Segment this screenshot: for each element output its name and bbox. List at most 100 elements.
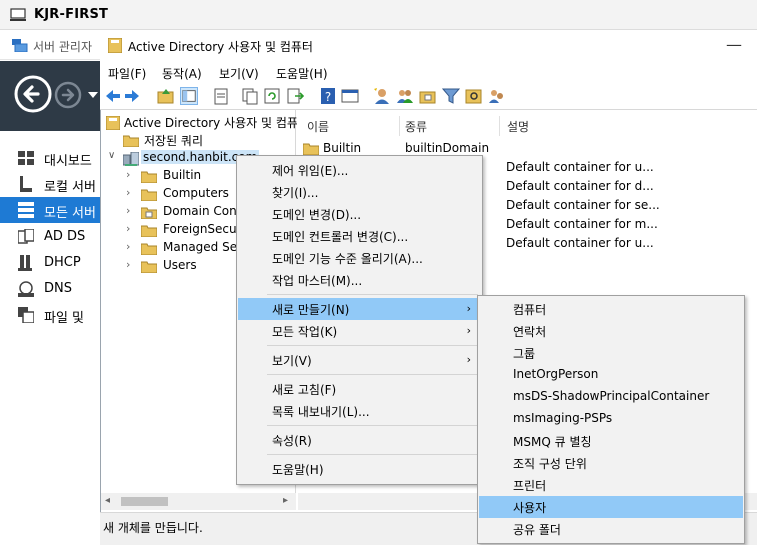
submenu-item-inetorgperson[interactable]: InetOrgPerson (479, 364, 743, 386)
submenu-item-label: InetOrgPerson (513, 367, 599, 381)
tree-expand-icon[interactable]: › (126, 204, 130, 217)
tree-expand-icon[interactable]: › (126, 222, 130, 235)
menu-item-raise-functional-level[interactable]: 도메인 기능 수준 올리기(A)... (238, 247, 481, 269)
new-submenu: 컴퓨터 연락처 그룹 InetOrgPerson msDS-ShadowPrin… (477, 295, 745, 544)
tree-expand-icon[interactable]: ∨ (108, 150, 115, 161)
scroll-right-icon[interactable]: ▸ (283, 495, 288, 506)
nav-item-dhcp[interactable]: DHCP (0, 250, 100, 276)
tree-domain-controllers[interactable]: Domain Cont (163, 204, 241, 218)
menu-item-delegate-control[interactable]: 제어 위임(E)... (238, 159, 481, 181)
aduc-title: Active Directory 사용자 및 컴퓨터 (128, 40, 313, 54)
list-item-name[interactable]: Builtin (323, 141, 361, 155)
nav-item-dashboard[interactable]: 대시보드 (0, 145, 100, 171)
nav-item-dns[interactable]: DNS (0, 276, 100, 302)
submenu-item-label: 연락처 (513, 325, 547, 339)
tree-expand-icon[interactable]: › (126, 240, 130, 253)
list-item-type: builtinDomain (405, 141, 490, 155)
menu-item-find[interactable]: 찾기(I)... (238, 181, 481, 203)
column-divider[interactable] (399, 116, 400, 136)
export-list-icon[interactable] (286, 87, 304, 105)
nav-label: 파일 및 (44, 311, 85, 326)
tree-saved-queries[interactable]: 저장된 쿼리 (144, 132, 203, 149)
submenu-item-ou[interactable]: 조직 구성 단위 (479, 452, 743, 474)
folder-icon (141, 189, 157, 201)
menu-item-change-dc[interactable]: 도메인 컨트롤러 변경(C)... (238, 225, 481, 247)
back-arrow-icon[interactable] (14, 75, 52, 113)
submenu-item-msimaging[interactable]: msImaging-PSPs (479, 408, 743, 430)
copy-icon[interactable] (241, 87, 259, 105)
menu-item-label: 목록 내보내기(L)... (272, 405, 370, 419)
menu-item-properties[interactable]: 속성(R) (238, 429, 481, 451)
menu-item-help[interactable]: 도움말(H) (238, 458, 481, 480)
submenu-item-label: MSMQ 큐 별칭 (513, 435, 592, 449)
menu-file[interactable]: 파일(F) (108, 65, 146, 82)
tree-managed-service[interactable]: Managed Se (163, 240, 237, 254)
nav-label: AD DS (44, 229, 86, 244)
submenu-item-user[interactable]: 사용자 (479, 496, 743, 518)
new-ou-icon[interactable] (419, 87, 437, 105)
submenu-item-label: 프린터 (513, 479, 547, 493)
menu-help[interactable]: 도움말(H) (276, 65, 328, 82)
add-to-group-icon[interactable] (488, 87, 506, 105)
submenu-item-printer[interactable]: 프린터 (479, 474, 743, 496)
filter-icon[interactable] (442, 87, 460, 105)
menu-item-refresh[interactable]: 새로 고침(F) (238, 378, 481, 400)
up-folder-icon[interactable] (157, 87, 175, 105)
svg-text:?: ? (325, 90, 331, 104)
submenu-item-msmq-alias[interactable]: MSMQ 큐 별칭 (479, 430, 743, 452)
monitor-icon (10, 8, 26, 21)
back-icon[interactable] (104, 87, 122, 105)
submenu-item-group[interactable]: 그룹 (479, 342, 743, 364)
new-group-icon[interactable] (396, 87, 414, 105)
scrollbar-thumb[interactable] (121, 497, 168, 506)
folder-icon (141, 171, 157, 183)
menu-item-all-tasks[interactable]: 모든 작업(K) › (238, 320, 481, 342)
nav-item-local-server[interactable]: 로컬 서버 (0, 171, 100, 197)
column-header-name[interactable]: 이름 (307, 118, 329, 135)
forward-icon[interactable] (123, 87, 141, 105)
nav-item-all-servers[interactable]: 모든 서버 (0, 197, 100, 223)
file-storage-icon (18, 307, 34, 323)
menu-item-export-list[interactable]: 목록 내보내기(L)... (238, 400, 481, 422)
menu-item-new[interactable]: 새로 만들기(N) › (238, 298, 481, 320)
tree-computers[interactable]: Computers (163, 186, 229, 200)
menu-item-operations-masters[interactable]: 작업 마스터(M)... (238, 269, 481, 291)
menu-action[interactable]: 동작(A) (162, 65, 202, 82)
menu-item-view[interactable]: 보기(V) › (238, 349, 481, 371)
tree-expand-icon[interactable]: › (126, 186, 130, 199)
nav-label: 모든 서버 (44, 206, 96, 221)
scroll-left-icon[interactable]: ◂ (105, 495, 110, 506)
submenu-item-computer[interactable]: 컴퓨터 (479, 298, 743, 320)
folder-icon (303, 143, 319, 155)
new-user-icon[interactable] (373, 87, 391, 105)
show-console-tree-icon[interactable] (180, 87, 198, 105)
chevron-down-icon[interactable] (88, 92, 98, 98)
submenu-item-shared-folder[interactable]: 공유 폴더 (479, 518, 743, 540)
nav-item-ad-ds[interactable]: AD DS (0, 224, 100, 250)
tree-root[interactable]: Active Directory 사용자 및 컴퓨 (124, 114, 298, 131)
tree-users[interactable]: Users (163, 258, 197, 272)
submenu-arrow-icon: › (466, 302, 471, 315)
tree-foreign-security[interactable]: ForeignSecur (163, 222, 242, 236)
list-item-desc: Default container for u... (506, 160, 654, 174)
tree-expand-icon[interactable]: › (126, 168, 130, 181)
help-icon[interactable]: ? (319, 87, 337, 105)
minimize-icon[interactable]: — (726, 35, 742, 54)
nav-item-file-storage[interactable]: 파일 및 (0, 302, 100, 328)
tree-expand-icon[interactable]: › (126, 258, 130, 271)
tree-builtin[interactable]: Builtin (163, 168, 201, 182)
column-header-description[interactable]: 설명 (507, 118, 529, 135)
submenu-item-msds-shadow[interactable]: msDS-ShadowPrincipalContainer (479, 386, 743, 408)
column-divider[interactable] (499, 116, 500, 136)
menu-view[interactable]: 보기(V) (219, 65, 259, 82)
properties-icon[interactable] (341, 87, 359, 105)
menu-item-change-domain[interactable]: 도메인 변경(D)... (238, 203, 481, 225)
find-icon[interactable] (465, 87, 483, 105)
column-header-type[interactable]: 종류 (405, 118, 427, 135)
submenu-item-contact[interactable]: 연락처 (479, 320, 743, 342)
refresh-icon[interactable] (263, 87, 281, 105)
list-item-desc: Default container for se... (506, 198, 660, 212)
menu-item-label: 도메인 기능 수준 올리기(A)... (272, 252, 423, 266)
clipboard-icon[interactable] (212, 87, 230, 105)
forward-arrow-icon[interactable] (54, 81, 82, 109)
